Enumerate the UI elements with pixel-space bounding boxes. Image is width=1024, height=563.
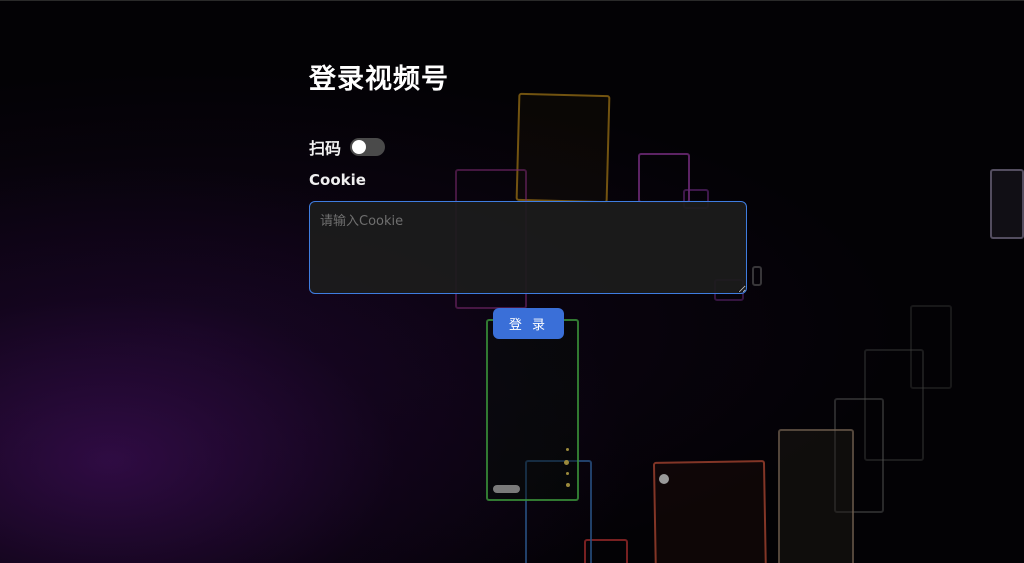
decor-pill: [493, 485, 520, 493]
decor-dots: [563, 448, 573, 488]
page-title: 登录视频号: [309, 64, 449, 95]
decor-frame-orange: [515, 92, 611, 204]
scan-toggle[interactable]: [350, 138, 386, 156]
scan-row: 扫码: [309, 135, 386, 159]
decor-frame-small: [752, 266, 762, 286]
scan-label: 扫码: [309, 139, 342, 158]
decor-frame-beige: [778, 429, 854, 563]
decor-frame-red: [652, 460, 768, 563]
cookie-input[interactable]: [309, 201, 747, 294]
login-button[interactable]: 登 录: [493, 308, 564, 339]
decor-avatar-circle: [659, 474, 669, 484]
toggle-knob: [352, 140, 367, 154]
decor-frame-gray: [990, 169, 1024, 239]
cookie-label: Cookie: [309, 171, 366, 189]
login-page: 登录视频号 扫码 Cookie 登 录: [0, 0, 1024, 563]
